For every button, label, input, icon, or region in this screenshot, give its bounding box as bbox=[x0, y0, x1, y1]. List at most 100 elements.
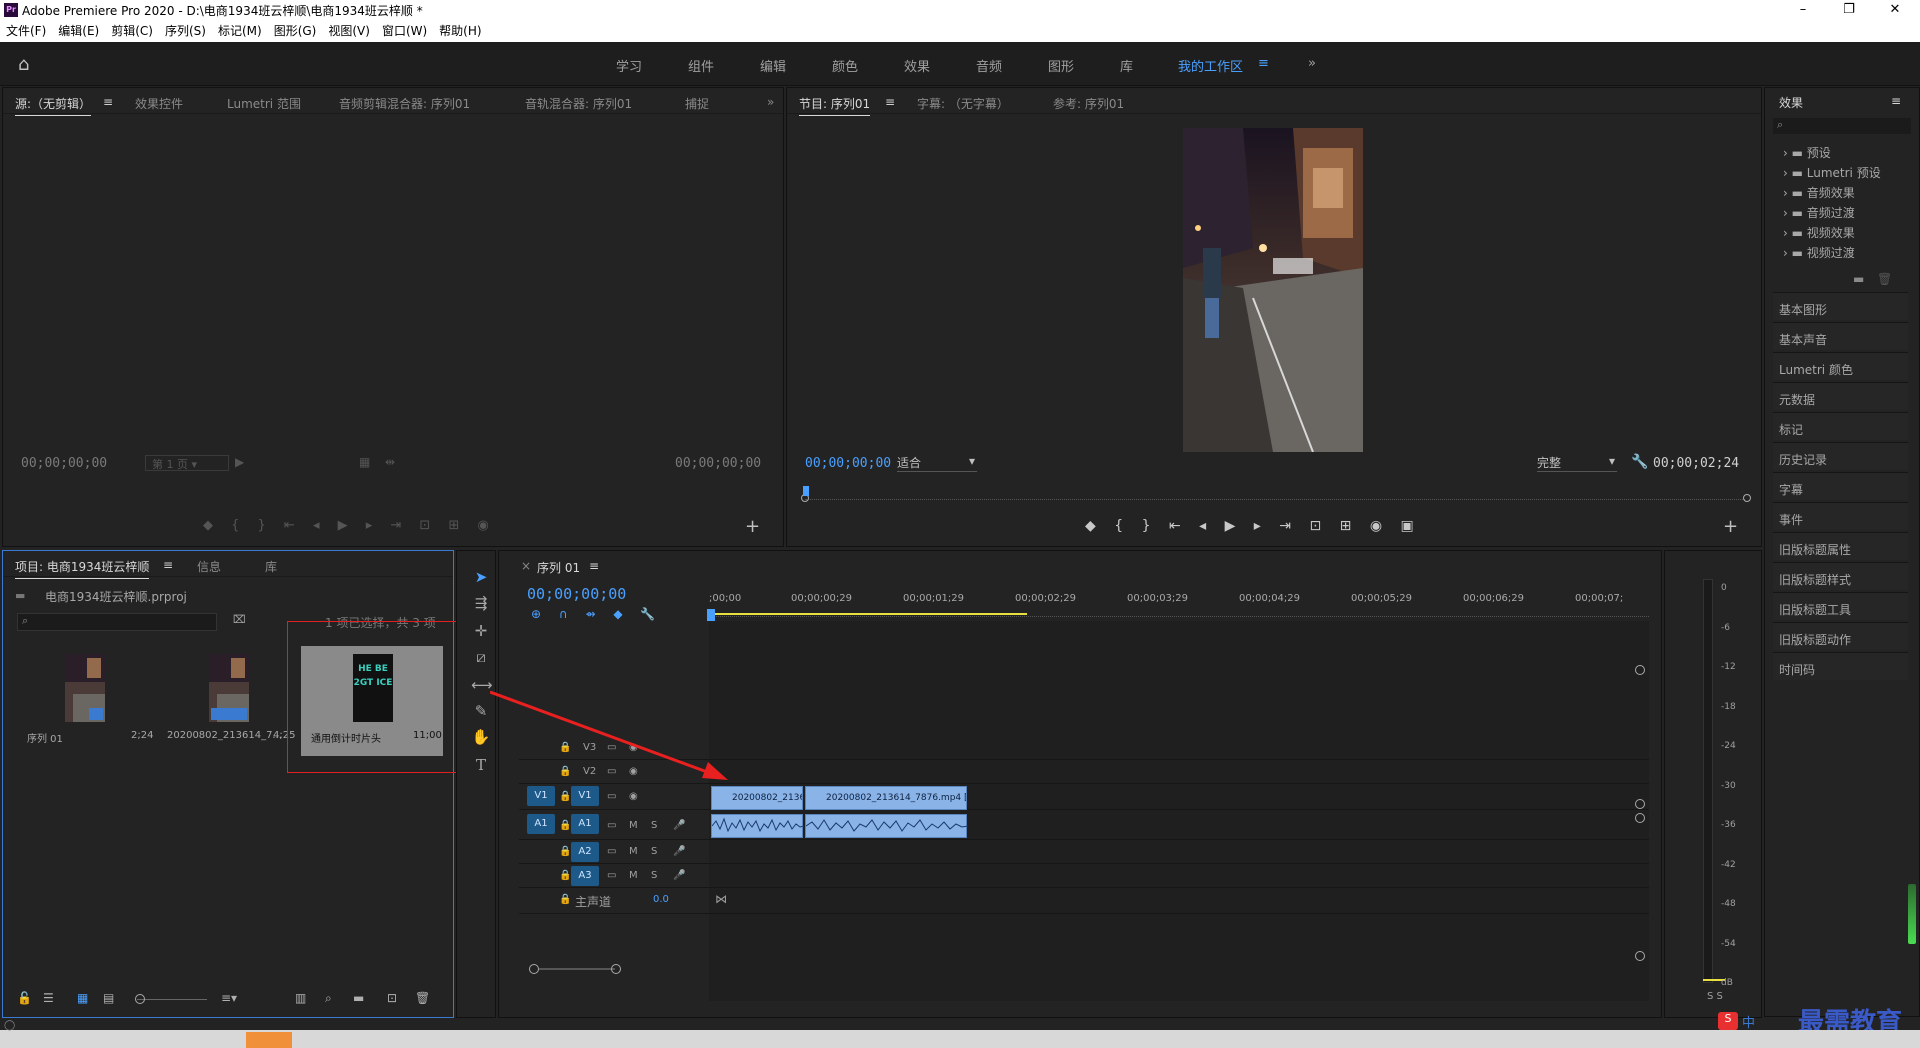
mic-icon[interactable]: 🎤 bbox=[673, 846, 685, 857]
track-target-a2[interactable]: A2 bbox=[571, 842, 599, 862]
close-tab-icon[interactable]: × bbox=[521, 559, 531, 573]
source-patch-a1[interactable]: A1 bbox=[527, 814, 555, 834]
tab-program-menu-icon[interactable]: ≡ bbox=[885, 95, 895, 109]
tab-sequence-menu-icon[interactable]: ≡ bbox=[589, 559, 599, 573]
ime-icon[interactable]: S bbox=[1718, 1012, 1738, 1030]
folder-audio-effects[interactable]: › ▬ 音频效果 bbox=[1783, 184, 1855, 201]
h-scroll-right-handle[interactable] bbox=[611, 964, 621, 974]
menu-view[interactable]: 视图(V) bbox=[322, 20, 376, 42]
mute-button[interactable]: M bbox=[629, 846, 638, 857]
menu-marker[interactable]: 标记(M) bbox=[212, 20, 268, 42]
track-target-a1[interactable]: A1 bbox=[571, 814, 599, 834]
section-essential-graphics[interactable]: 基本图形 bbox=[1773, 292, 1908, 320]
taskbar-app[interactable] bbox=[246, 1032, 292, 1048]
tab-effect-controls[interactable]: 效果控件 bbox=[135, 95, 183, 112]
v-scroll-handle-bottom[interactable] bbox=[1635, 951, 1645, 961]
wrench-icon[interactable]: 🔧 bbox=[1631, 454, 1648, 470]
tab-lumetri-scopes[interactable]: Lumetri 范围 bbox=[227, 95, 301, 112]
home-icon[interactable]: ⌂ bbox=[18, 54, 29, 75]
settings-icon[interactable]: ▦ bbox=[359, 455, 370, 469]
sync-lock-icon[interactable]: ▭ bbox=[607, 870, 616, 881]
folder-lumetri-presets[interactable]: › ▬ Lumetri 预设 bbox=[1783, 164, 1881, 181]
tab-project[interactable]: 项目: 电商1934班云梓顺 bbox=[15, 558, 150, 579]
overflow-icon[interactable]: » bbox=[767, 95, 774, 109]
folder-video-transitions[interactable]: › ▬ 视频过渡 bbox=[1783, 244, 1855, 261]
tab-libraries[interactable]: 库 bbox=[265, 558, 277, 575]
menu-file[interactable]: 文件(F) bbox=[0, 20, 52, 42]
sync-lock-icon[interactable]: ▭ bbox=[607, 846, 616, 857]
zoom-slider-handle[interactable] bbox=[135, 994, 145, 1004]
close-button[interactable]: ✕ bbox=[1872, 0, 1918, 20]
tab-info[interactable]: 信息 bbox=[197, 558, 221, 575]
tab-captions[interactable]: 字幕: （无字幕） bbox=[917, 95, 1009, 112]
add-button-icon[interactable]: + bbox=[745, 516, 760, 537]
ws-menu-icon[interactable]: ≡ bbox=[1258, 56, 1269, 71]
h-scrollbar[interactable] bbox=[529, 963, 1639, 975]
tab-audio-track-mixer[interactable]: 音轨混合器: 序列01 bbox=[525, 95, 632, 112]
zoom-slider[interactable] bbox=[137, 999, 207, 1000]
v-scroll-handle-top[interactable] bbox=[1635, 665, 1645, 675]
section-events[interactable]: 事件 bbox=[1773, 502, 1908, 530]
lock-icon[interactable]: 🔒 bbox=[559, 791, 571, 802]
mic-icon[interactable]: 🎤 bbox=[673, 820, 685, 831]
section-legacy-title-properties[interactable]: 旧版标题属性 bbox=[1773, 532, 1908, 560]
section-metadata[interactable]: 元数据 bbox=[1773, 382, 1908, 410]
project-item-sequence[interactable]: 序列 01 2;24 bbox=[17, 646, 157, 756]
sort-icon[interactable]: ≡▾ bbox=[221, 991, 237, 1005]
ripple-edit-tool-icon[interactable]: ✛ bbox=[471, 621, 491, 641]
menu-sequence[interactable]: 序列(S) bbox=[159, 20, 212, 42]
menu-edit[interactable]: 编辑(E) bbox=[52, 20, 105, 42]
solo-button[interactable]: S bbox=[651, 820, 657, 831]
source-transport-controls[interactable]: ◆ { } ⇤ ◂ ▶ ▸ ⇥ ⊡ ⊞ ◉ bbox=[203, 518, 583, 536]
menu-help[interactable]: 帮助(H) bbox=[433, 20, 487, 42]
lock-icon[interactable]: 🔒 bbox=[559, 846, 571, 857]
lock-icon[interactable]: 🔒 bbox=[559, 820, 571, 831]
solo-button[interactable]: S bbox=[651, 846, 657, 857]
ws-graphics[interactable]: 图形 bbox=[1048, 56, 1074, 75]
program-playhead-timecode[interactable]: 00;00;00;00 bbox=[805, 456, 891, 471]
tab-capture[interactable]: 捕捉 bbox=[685, 95, 709, 112]
time-ruler[interactable]: ;00;00 00;00;00;29 00;00;01;29 00;00;02;29 0… bbox=[709, 589, 1649, 619]
section-timecode[interactable]: 时间码 bbox=[1773, 652, 1908, 680]
find-icon[interactable]: ⌕ bbox=[325, 991, 332, 1006]
program-transport-controls[interactable]: ◆ { } ⇤ ◂ ▶ ▸ ⇥ ⊡ ⊞ ◉ ▣ bbox=[1085, 518, 1505, 536]
track-select-tool-icon[interactable]: ⇶ bbox=[471, 593, 491, 613]
tab-source-menu-icon[interactable]: ≡ bbox=[103, 95, 113, 109]
section-legacy-title-tools[interactable]: 旧版标题工具 bbox=[1773, 592, 1908, 620]
source-page-select[interactable]: 第 1 页 ▾ bbox=[145, 455, 229, 471]
ws-libraries[interactable]: 库 bbox=[1120, 56, 1133, 75]
add-button-icon[interactable]: + bbox=[1723, 516, 1738, 537]
menu-graphics[interactable]: 图形(G) bbox=[268, 20, 323, 42]
new-bin-icon[interactable]: ▬ bbox=[353, 991, 364, 1005]
new-bin-icon[interactable]: ▬ bbox=[1853, 272, 1864, 286]
fit-select[interactable]: 适合 ▾ bbox=[897, 454, 977, 472]
lock-icon[interactable]: 🔓 bbox=[17, 991, 32, 1005]
menu-clip[interactable]: 剪辑(C) bbox=[105, 20, 159, 42]
project-item-video-clip[interactable]: 20200802_213614_7... 4;25 bbox=[159, 646, 299, 756]
lock-icon[interactable]: 🔒 bbox=[559, 894, 571, 905]
section-history[interactable]: 历史记录 bbox=[1773, 442, 1908, 470]
delete-icon[interactable]: 🗑 bbox=[1877, 272, 1892, 286]
tab-audio-clip-mixer[interactable]: 音频剪辑混合器: 序列01 bbox=[339, 95, 470, 112]
section-captions[interactable]: 字幕 bbox=[1773, 472, 1908, 500]
slip-tool-icon[interactable]: ⟷ bbox=[471, 675, 493, 695]
drag-icon[interactable]: ⇹ bbox=[385, 455, 395, 469]
minimize-button[interactable]: – bbox=[1780, 0, 1826, 20]
sync-lock-icon[interactable]: ▭ bbox=[607, 791, 616, 802]
tab-reference[interactable]: 参考: 序列01 bbox=[1053, 95, 1124, 112]
folder-video-effects[interactable]: › ▬ 视频效果 bbox=[1783, 224, 1855, 241]
hand-tool-icon[interactable]: ✋ bbox=[471, 727, 491, 747]
folder-audio-transitions[interactable]: › ▬ 音频过渡 bbox=[1783, 204, 1855, 221]
h-scroll-left-handle[interactable] bbox=[529, 964, 539, 974]
automate-icon[interactable]: ▥ bbox=[295, 991, 306, 1005]
project-search-input[interactable]: ⌕ bbox=[17, 613, 217, 631]
work-area-bar[interactable] bbox=[709, 613, 1027, 615]
folder-presets[interactable]: › ▬ 预设 bbox=[1783, 144, 1831, 161]
ws-color[interactable]: 颜色 bbox=[832, 56, 858, 75]
mute-button[interactable]: M bbox=[629, 870, 638, 881]
menu-window[interactable]: 窗口(W) bbox=[376, 20, 433, 42]
track-target-a3[interactable]: A3 bbox=[571, 866, 599, 886]
v-scroll-handle-mid[interactable] bbox=[1635, 799, 1645, 809]
quality-select[interactable]: 完整 ▾ bbox=[1537, 454, 1617, 472]
program-scrubber[interactable] bbox=[801, 486, 1751, 502]
